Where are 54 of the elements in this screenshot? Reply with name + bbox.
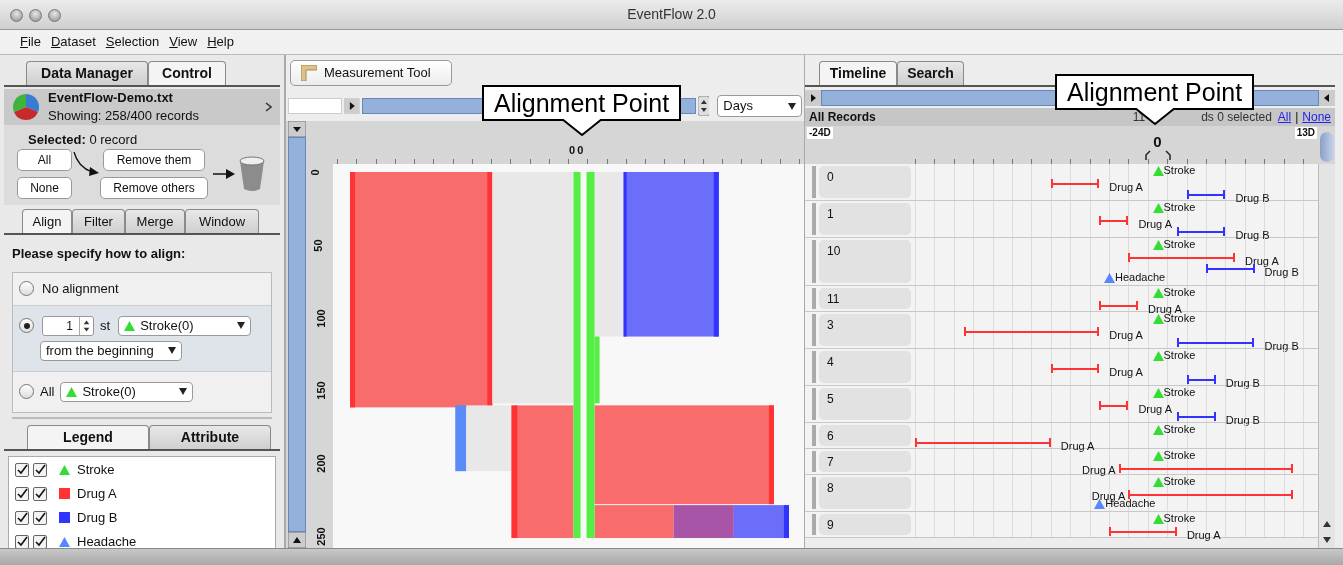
event-label: Drug B bbox=[1235, 230, 1270, 241]
event-label: Drug A bbox=[1186, 530, 1221, 541]
event-label: Stroke bbox=[1163, 313, 1196, 324]
axis-label: 50 bbox=[312, 239, 324, 252]
event-label: Drug A bbox=[1082, 465, 1116, 476]
event-label: Drug A bbox=[1138, 404, 1173, 415]
legend-label: Stroke bbox=[77, 460, 115, 479]
event-label: Stroke bbox=[1163, 165, 1196, 176]
selected-count: Selected: 0 record bbox=[28, 132, 138, 147]
event-label: Drug B bbox=[1235, 193, 1270, 204]
axis-min-label: -24D bbox=[807, 127, 833, 139]
option-label: No alignment bbox=[42, 279, 119, 298]
axis-label: 150 bbox=[315, 381, 327, 401]
event-label: Drug A bbox=[1109, 182, 1143, 193]
dataset-name: EventFlow-Demo.txt bbox=[48, 89, 174, 107]
event-label: Headache bbox=[1115, 272, 1166, 283]
axis-label: 0 bbox=[309, 169, 321, 176]
axis-label: 250 bbox=[315, 527, 327, 546]
event-label: Stroke bbox=[1163, 239, 1196, 250]
zero-label: 0 bbox=[1153, 134, 1162, 149]
event-label: Drug A bbox=[1138, 219, 1173, 230]
records-header: All Records bbox=[809, 109, 877, 126]
record-count: Showing: 258/400 records bbox=[48, 107, 201, 125]
axis-label: 200 bbox=[315, 454, 327, 473]
event-label: Drug A bbox=[1148, 304, 1182, 315]
event-label: Stroke bbox=[1163, 202, 1196, 213]
event-label: Drug A bbox=[1245, 256, 1279, 267]
event-label: Drug B bbox=[1225, 415, 1260, 426]
link-separator: | bbox=[1295, 109, 1299, 126]
event-label: Stroke bbox=[1163, 350, 1196, 361]
ruler-label: 0 bbox=[569, 143, 576, 158]
option-label: All bbox=[40, 382, 55, 401]
legend-label: Drug A bbox=[77, 484, 117, 503]
selection-summary: ds 0 selected bbox=[1201, 109, 1272, 126]
event-label: Stroke bbox=[1163, 424, 1196, 435]
event-label: Drug A bbox=[1060, 441, 1095, 452]
axis-max-label: 13D bbox=[1294, 127, 1317, 139]
event-label: Stroke bbox=[1163, 513, 1196, 524]
event-label: Drug A bbox=[1109, 367, 1143, 378]
align-prompt: Please specify how to align: bbox=[12, 246, 186, 261]
legend-label: Drug B bbox=[77, 508, 118, 527]
event-label: Drug B bbox=[1264, 267, 1299, 278]
ruler-label: 0 bbox=[577, 143, 584, 158]
event-label: Stroke bbox=[1163, 476, 1196, 487]
legend-label: Headache bbox=[77, 532, 137, 551]
window-title: EventFlow 2.0 bbox=[627, 5, 716, 24]
event-label: Drug A bbox=[1109, 330, 1143, 341]
ordinal-suffix: st bbox=[100, 316, 111, 335]
axis-label: 100 bbox=[315, 308, 327, 328]
event-label: Stroke bbox=[1163, 287, 1196, 298]
event-label: Drug B bbox=[1225, 378, 1260, 389]
event-label: Stroke bbox=[1163, 387, 1196, 398]
event-label: Stroke bbox=[1163, 450, 1196, 461]
event-label: Drug B bbox=[1264, 341, 1299, 352]
